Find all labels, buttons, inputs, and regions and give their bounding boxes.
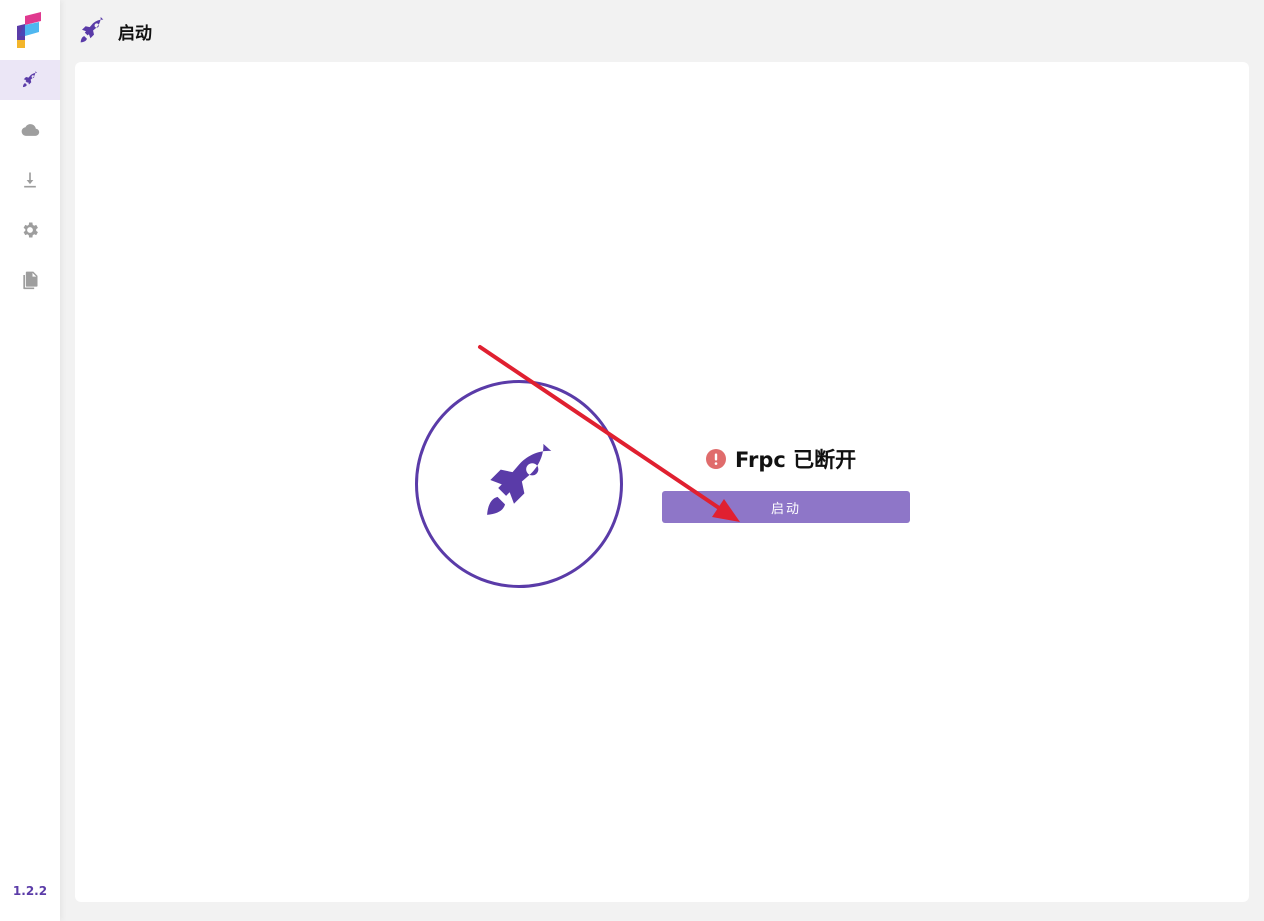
start-button[interactable]: 启动 xyxy=(662,491,910,523)
main-panel: Frpc 已断开 启动 xyxy=(75,62,1249,902)
rocket-icon xyxy=(22,71,38,88)
cloud-icon xyxy=(21,124,40,136)
status-text: Frpc 已断开 xyxy=(735,448,857,472)
rocket-icon xyxy=(80,17,104,43)
sidebar: 1.2.2 xyxy=(0,0,60,921)
app-logo xyxy=(15,12,43,48)
sidebar-item-settings[interactable] xyxy=(0,210,60,250)
app-window: 1.2.2 启动 Frpc 已断开 启动 xyxy=(0,0,1264,921)
sidebar-item-download[interactable] xyxy=(0,160,60,200)
sidebar-item-cloud[interactable] xyxy=(0,110,60,150)
sidebar-item-logs[interactable] xyxy=(0,260,60,300)
sidebar-item-start[interactable] xyxy=(0,60,60,100)
page-title: 启动 xyxy=(118,23,152,44)
rocket-illustration xyxy=(415,380,623,588)
app-version: 1.2.2 xyxy=(12,884,48,898)
rocket-icon xyxy=(487,443,552,515)
gear-icon xyxy=(23,222,38,238)
connection-status: Frpc 已断开 xyxy=(706,444,856,474)
download-icon xyxy=(24,172,36,188)
alert-circle-icon xyxy=(706,449,726,469)
page-header: 启动 xyxy=(76,14,152,48)
document-icon xyxy=(23,271,38,290)
